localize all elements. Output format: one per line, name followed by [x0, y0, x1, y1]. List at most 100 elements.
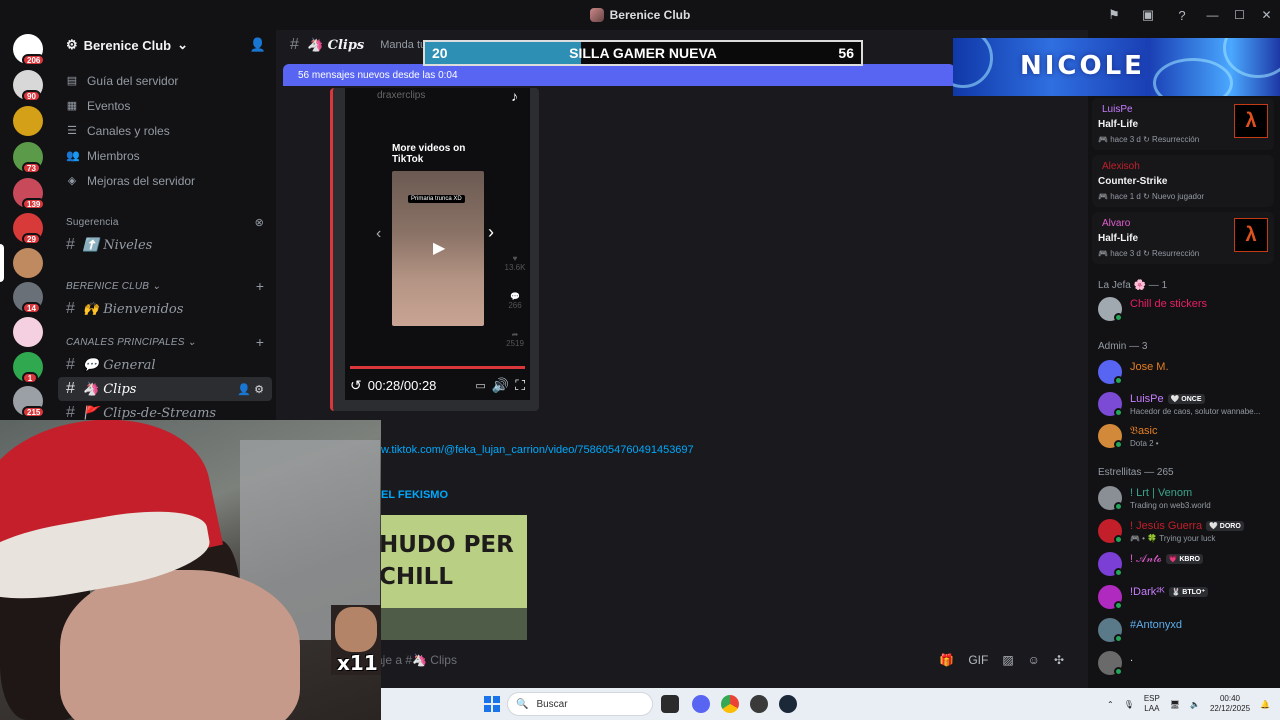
tiktok-link[interactable]: w.tiktok.com/@feka_lujan_carrion/video/7… [381, 444, 694, 456]
server-icon-server-2[interactable] [13, 106, 43, 136]
message-composer[interactable]: aje a #🦄 Clips 🎁 GIF ▨ ☺ ✣ [376, 646, 1076, 674]
members-icon: 👥 [66, 150, 80, 162]
speaker-icon[interactable]: 🔈 [1190, 700, 1200, 709]
webcam-face [60, 570, 300, 720]
captions-icon[interactable]: ▭ [475, 379, 485, 392]
embed-thumbnail[interactable]: HUDO PER CHILL [381, 515, 527, 640]
server-header[interactable]: ⚙ Berenice Club ⌄ 👤 [56, 30, 276, 60]
sidebar-nav-item[interactable]: ◈ Mejoras del servidor [56, 168, 276, 193]
add-channel-icon[interactable]: + [256, 334, 264, 350]
activity-meta: 🎮 hace 1 d ↻ Nuevo jugador [1098, 192, 1204, 201]
add-member-icon[interactable]: 👤 [250, 37, 266, 53]
channel-title: 🦄 Clips [306, 37, 365, 53]
online-status-icon [1114, 440, 1123, 449]
channel-topic[interactable]: Manda tu [380, 39, 426, 51]
add-channel-icon[interactable]: + [256, 278, 264, 294]
play-icon[interactable]: ▶ [433, 238, 445, 258]
server-icon-berenice-club[interactable] [13, 248, 43, 278]
embed-thumbnail-photo [381, 608, 527, 640]
member-row[interactable]: ! 𝒜𝓃𝓉ℴ 💗 KBRO [1098, 549, 1274, 579]
channel-niveles[interactable]: # ⬆️ Niveles [58, 233, 272, 257]
member-group-header: Admin — 3 [1098, 341, 1148, 352]
steam-taskbar-icon[interactable] [779, 695, 797, 713]
next-arrow-icon[interactable]: › [488, 222, 494, 243]
member-row[interactable]: Jose M. [1098, 357, 1274, 387]
sidebar-nav-item[interactable]: ▦ Eventos [56, 93, 276, 118]
help-icon[interactable]: ? [1165, 0, 1199, 30]
gamepad-icon: 🎮 [1098, 135, 1111, 144]
lang-1: ESP [1143, 694, 1160, 703]
channel-bienvenidos[interactable]: # 🙌 Bienvenidos [58, 297, 272, 321]
member-row[interactable]: 𝔅asic Dota 2 • [1098, 421, 1274, 451]
gift-icon[interactable]: 🎁 [939, 653, 954, 667]
invite-gear-icon[interactable]: 👤 ⚙ [237, 383, 264, 396]
prev-arrow-icon[interactable]: ‹ [376, 225, 381, 243]
hash-icon: # [66, 300, 75, 317]
member-row[interactable]: ! Jesús Guerra 🤍 DORO 🎮 • 🍀 Trying your lu… [1098, 516, 1274, 546]
maximize-icon[interactable]: ☐ [1226, 0, 1253, 30]
new-messages-banner[interactable]: 56 mensajes nuevos desde las 0:04 [283, 64, 955, 86]
activity-detail: Nuevo jugador [1152, 192, 1205, 201]
member-row[interactable]: Chill de stickers [1098, 294, 1274, 324]
chrome-taskbar-icon[interactable] [721, 695, 739, 713]
member-row[interactable]: . [1098, 648, 1274, 678]
gif-icon[interactable]: GIF [968, 653, 988, 667]
shares-count: ➦ 2519 [506, 330, 524, 348]
member-row[interactable]: #Antonyxd [1098, 615, 1274, 645]
discord-taskbar-icon[interactable] [692, 695, 710, 713]
member-row[interactable]: LuisPe 🤍 ONCE Hacedor de caos, solutor wan… [1098, 389, 1274, 419]
close-icon[interactable]: ✕ [1253, 0, 1280, 30]
replay-icon[interactable]: ↺ [350, 377, 362, 394]
gamepad-icon: 🎮 [1098, 192, 1111, 201]
window-title: Berenice Club [589, 8, 690, 22]
category-berenice-club[interactable]: BERENICE CLUB ⌄ + [56, 275, 276, 297]
hash-icon: # [66, 356, 75, 373]
member-name-text: ! Jesús Guerra [1130, 520, 1203, 532]
clock[interactable]: 00:40 22/12/2025 [1210, 694, 1250, 714]
half-life-icon: λ [1234, 218, 1268, 252]
fullscreen-icon[interactable]: ⛶ [515, 377, 525, 394]
sidebar-nav-item[interactable]: 👥 Miembros [56, 143, 276, 168]
boost-icon: ◈ [67, 175, 77, 187]
apps-icon[interactable]: ✣ [1054, 653, 1064, 667]
volume-icon[interactable]: 🔊 [492, 377, 509, 394]
language-indicator[interactable]: ESP LAA [1144, 694, 1160, 714]
activity-card[interactable]: Alvaro Half-Life 🎮 hace 3 d ↻ Resurrección… [1092, 212, 1274, 264]
windows-start-icon[interactable] [484, 696, 500, 712]
screen-icon[interactable]: ▣ [1131, 0, 1165, 30]
tiktok-player[interactable]: draxerclips ♪ More videos on TikTok Prim… [345, 88, 530, 400]
online-status-icon [1114, 376, 1123, 385]
sidebar-nav-item[interactable]: ▤ Guía del servidor [56, 68, 276, 93]
task-view-icon[interactable] [661, 695, 679, 713]
mic-icon[interactable]: 🎙 [1124, 700, 1134, 709]
member-name-text: Jose M. [1130, 361, 1169, 373]
activity-card[interactable]: Alexisoh Counter-Strike 🎮 hace 1 d ↻ Nuevo… [1092, 155, 1274, 207]
member-row[interactable]: ! Lrt | Venom Trading on web3.world [1098, 483, 1274, 513]
notifications-icon[interactable]: 🔔 [1260, 700, 1270, 709]
chevron-down-icon: ⌄ [187, 336, 197, 348]
refresh-icon: ↻ [1140, 192, 1153, 201]
network-icon[interactable]: 🖥 [1170, 700, 1180, 709]
member-row[interactable]: !Dark²ᴷ 🐰 BTLO⁺ [1098, 582, 1274, 612]
sidebar-nav-item[interactable]: ☰ Canales y roles [56, 118, 276, 143]
inbox-icon[interactable]: ⚑ [1097, 0, 1131, 30]
category-canales-principales[interactable]: CANALES PRINCIPALES ⌄ + [56, 331, 276, 353]
obs-taskbar-icon[interactable] [750, 695, 768, 713]
embed-author[interactable]: EL FEKISMO [381, 489, 448, 501]
taskbar-search[interactable]: 🔍 Buscar [507, 692, 653, 716]
activity-user-name: Alvaro [1102, 218, 1131, 229]
server-icon-server-8[interactable] [13, 317, 43, 347]
sticker-icon[interactable]: ▨ [1002, 653, 1013, 667]
video-progress-bar[interactable] [350, 366, 525, 369]
gamepad-icon: 🎮 [1098, 249, 1111, 258]
emoji-icon[interactable]: ☺ [1028, 653, 1040, 667]
channel-general[interactable]: # 💬 General [58, 353, 272, 377]
minimize-icon[interactable]: — [1199, 0, 1226, 30]
dismiss-icon[interactable]: ⊗ [255, 216, 264, 229]
channel-sidebar: ⚙ Berenice Club ⌄ 👤 ▤ Guía del servidor ▦ E… [56, 30, 276, 421]
activity-card[interactable]: LuisPe Half-Life 🎮 hace 3 d ↻ Resurrección… [1092, 98, 1274, 150]
channel-clips[interactable]: # 🦄 Clips 👤 ⚙ [58, 377, 272, 401]
tray-chevron-icon[interactable]: ⌃ [1107, 700, 1114, 709]
title-bar: Berenice Club ⚑ ▣ ? — ☐ ✕ [0, 0, 1280, 30]
member-group-header: La Jefa 🌸 — 1 [1098, 280, 1168, 291]
